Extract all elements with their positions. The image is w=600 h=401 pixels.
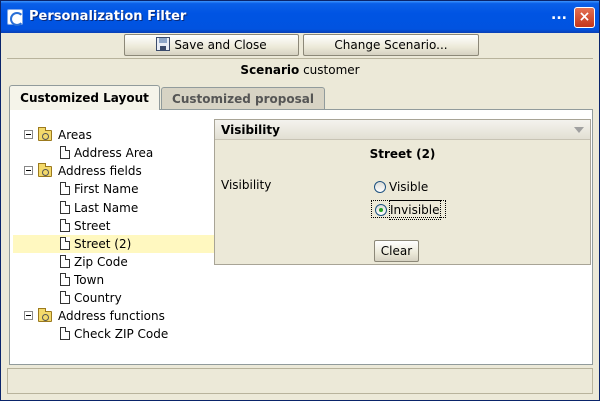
document-icon	[60, 255, 70, 268]
tree-node-country[interactable]: Country	[10, 289, 214, 307]
change-scenario-button[interactable]: Change Scenario...	[303, 34, 479, 56]
document-icon	[60, 273, 70, 286]
tab-customized-proposal[interactable]: Customized proposal	[161, 87, 325, 110]
tab-customized-layout[interactable]: Customized Layout	[9, 85, 160, 110]
more-options-button[interactable]: ...	[551, 7, 567, 23]
window-title: Personalization Filter	[29, 9, 187, 24]
tree-node-label: Areas	[58, 128, 92, 142]
tree-node-areas[interactable]: Areas	[10, 126, 214, 144]
visibility-panel-header[interactable]: Visibility	[215, 120, 590, 140]
toolbar: Save and Close Change Scenario...	[1, 33, 599, 59]
toolbar-divider	[7, 58, 593, 59]
tree-node-label: First Name	[74, 182, 139, 196]
tree-node-address-functions[interactable]: Address functions	[10, 307, 214, 325]
save-and-close-label: Save and Close	[174, 38, 267, 52]
invisible-radio-option[interactable]: Invisible	[371, 200, 446, 220]
status-bar	[7, 368, 593, 394]
document-icon	[60, 182, 70, 195]
folder-icon	[38, 308, 52, 322]
document-icon	[60, 237, 70, 250]
tree-node-label: Address functions	[58, 309, 165, 323]
collapse-icon[interactable]	[24, 166, 33, 175]
clear-button[interactable]: Clear	[374, 240, 419, 262]
tree-node-label: Address fields	[58, 164, 142, 178]
tree-node-label: Street (2)	[74, 237, 132, 251]
scenario-label: Scenario	[240, 63, 300, 77]
tree-node-zip-code[interactable]: Zip Code	[10, 253, 214, 271]
visibility-panel-title: Visibility	[221, 123, 280, 137]
tree-node-label: Zip Code	[74, 255, 128, 269]
save-disk-icon	[156, 37, 171, 51]
tree-node-check-zip-code[interactable]: Check ZIP Code	[10, 325, 214, 343]
visible-radio-button[interactable]	[374, 181, 386, 193]
collapse-icon[interactable]	[24, 130, 33, 139]
tree-node-label: Town	[74, 273, 105, 287]
tree-node-last-name[interactable]: Last Name	[10, 199, 214, 217]
tree-node-label: Street	[74, 219, 111, 233]
save-and-close-button[interactable]: Save and Close	[124, 34, 299, 56]
collapse-icon[interactable]	[24, 311, 33, 320]
tree-node-town[interactable]: Town	[10, 271, 214, 289]
tree-node-first-name[interactable]: First Name	[10, 180, 214, 198]
document-icon	[60, 219, 70, 232]
scenario-value: customer	[303, 63, 360, 77]
tree-node-label: Address Area	[74, 146, 154, 160]
folder-icon	[38, 127, 52, 141]
app-icon	[7, 9, 24, 26]
visibility-field-label: Visibility	[221, 178, 272, 192]
title-bar[interactable]: Personalization Filter ... ×	[1, 1, 599, 33]
selected-item-title: Street (2)	[369, 147, 436, 161]
tab-panel: Areas Address Area Address fields First …	[9, 109, 593, 365]
tree-node-label: Last Name	[74, 201, 139, 215]
invisible-radio-button[interactable]	[375, 204, 387, 216]
visibility-panel: Visibility Street (2) Visibility Visible…	[214, 119, 591, 265]
collapse-panel-icon[interactable]	[574, 127, 584, 133]
scenario-line: Scenario customer	[1, 63, 599, 77]
tree-node-address-area[interactable]: Address Area	[10, 144, 214, 162]
tree-node-address-fields[interactable]: Address fields	[10, 162, 214, 180]
document-icon	[60, 327, 70, 340]
folder-icon	[38, 163, 52, 177]
document-icon	[60, 201, 70, 214]
tree-node-label: Country	[74, 291, 122, 305]
personalization-filter-window: Personalization Filter ... × Save and Cl…	[0, 0, 600, 401]
field-tree: Areas Address Area Address fields First …	[10, 110, 214, 364]
document-icon	[60, 146, 70, 159]
visible-radio-option[interactable]: Visible	[374, 178, 444, 196]
visible-radio-label: Visible	[389, 180, 429, 194]
invisible-radio-label: Invisible	[389, 200, 441, 220]
tree-node-label: Check ZIP Code	[74, 327, 169, 341]
tree-node-street[interactable]: Street	[10, 217, 214, 235]
document-icon	[60, 291, 70, 304]
tree-node-street-2[interactable]: Street (2)	[13, 235, 214, 253]
close-button[interactable]: ×	[574, 7, 595, 28]
